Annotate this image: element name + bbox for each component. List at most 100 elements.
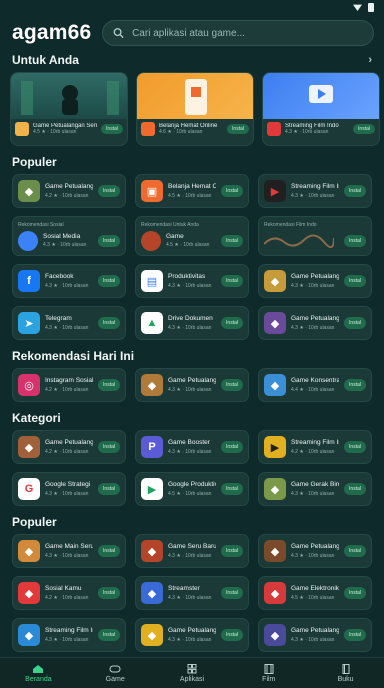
install-button[interactable]: Instal (344, 235, 366, 247)
app-card[interactable]: ▤ Produktivitas 4.3 ★ · 10rb ulasan Instal (135, 264, 249, 298)
install-button[interactable]: Instal (221, 441, 243, 453)
install-button[interactable]: Instal (221, 185, 243, 197)
app-icon: ▶ (264, 180, 286, 202)
install-button[interactable]: Instal (221, 379, 243, 391)
nav-label: Film (262, 675, 276, 683)
app-card[interactable]: ➤ Telegram 4.3 ★ · 10rb ulasan Instal (12, 306, 126, 340)
install-button[interactable]: Instal (344, 379, 366, 391)
install-button[interactable]: Instal (221, 235, 243, 247)
home-icon (33, 664, 44, 673)
app-card[interactable]: ◆ Game Petualangan 4.3 ★ · 10rb ulasan Inst… (135, 368, 249, 402)
app-name: Streaming Film Indo (291, 439, 339, 446)
app-card[interactable]: ◆ Game Petualangan 4.3 ★ · 10rb ulasan Inst… (258, 618, 372, 652)
promo-card[interactable]: Rekomendasi Sosial Sosial Media 4.3 ★ · 10… (12, 216, 126, 256)
promo-card[interactable]: Rekomendasi Film Indo Instal (258, 216, 372, 256)
install-button[interactable]: Instal (344, 441, 366, 453)
install-button[interactable]: Instal (98, 379, 120, 391)
search-bar[interactable] (102, 20, 374, 46)
app-card[interactable]: ▶ Streaming Film Indo 4.3 ★ · 10rb ulasan I… (258, 174, 372, 208)
app-card[interactable]: ◆ Game Petualangan 4.3 ★ · 10rb ulasan Inst… (135, 618, 249, 652)
install-button[interactable]: Instal (98, 545, 120, 557)
install-button[interactable]: Instal (98, 441, 120, 453)
header: agam66 (0, 14, 384, 52)
install-button[interactable]: Instal (221, 545, 243, 557)
install-button[interactable]: Instal (344, 317, 366, 329)
app-name: Produktivitas (168, 273, 206, 280)
app-card[interactable]: ▶ Streaming Film Indo 4.2 ★ · 10rb ulasan I… (258, 430, 372, 464)
app-card[interactable]: ◆ Game Main Seru 4.3 ★ · 10rb ulasan Instal (12, 534, 126, 568)
chevron-right-icon[interactable]: › (368, 54, 372, 66)
app-card[interactable]: ◆ Game Gerak Bin 4.3 ★ · 10rb ulasan Instal (258, 472, 372, 506)
install-button[interactable]: Instal (344, 483, 366, 495)
app-card[interactable]: ◆ Streaming Film Indo 4.3 ★ · 10rb ulasan I… (12, 618, 126, 652)
install-button[interactable]: Instal (221, 275, 243, 287)
install-button[interactable]: Instal (221, 587, 243, 599)
install-button[interactable]: Instal (98, 629, 120, 641)
app-name: Game Gerak Bin (291, 481, 340, 488)
featured-card[interactable]: Streaming Film Indo 4.3 ★ · 10rb ulasan I… (262, 72, 380, 146)
install-button[interactable]: Instal (98, 317, 120, 329)
install-button[interactable]: Instal (344, 587, 366, 599)
app-card[interactable]: ◆ Game Elektronik 4.5 ★ · 10rb ulasan Insta… (258, 576, 372, 610)
app-icon: ◆ (141, 624, 163, 646)
app-card[interactable]: ◆ Game Konsentrasi 4.4 ★ · 10rb ulasan Inst… (258, 368, 372, 402)
nav-label: Game (105, 675, 125, 683)
install-button[interactable]: Instal (221, 629, 243, 641)
app-card[interactable]: ▶ Google Produktivitas 4.5 ★ · 10rb ulasan… (135, 472, 249, 506)
app-name: Game Petualangan (291, 543, 340, 550)
app-rating: 4.3 ★ · 10rb ulasan (168, 595, 212, 601)
app-icon: ◆ (264, 374, 286, 396)
app-icon: ◆ (264, 478, 286, 500)
install-button[interactable]: Instal (98, 275, 120, 287)
app-card[interactable]: P Game Booster 4.3 ★ · 10rb ulasan Instal (135, 430, 249, 464)
app-card[interactable]: ▣ Belanja Hemat Online 4.5 ★ · 10rb ulasan… (135, 174, 249, 208)
nav-item-beranda[interactable]: Beranda (3, 664, 73, 683)
nav-item-game[interactable]: Game (80, 664, 150, 683)
install-button[interactable]: Instal (221, 317, 243, 329)
app-name: Game Petualangan (291, 315, 340, 322)
popular-grid: ◆ Game Petualangan 4.2 ★ · 10rb ulasan Inst… (0, 170, 384, 340)
install-button[interactable]: Instal (98, 185, 120, 197)
app-card[interactable]: ◆ Streamster 4.3 ★ · 10rb ulasan Instal (135, 576, 249, 610)
featured-card[interactable]: Game Petualangan Seru 4.5 ★ · 10rb ulasan… (10, 72, 128, 146)
install-button[interactable]: Instal (227, 124, 249, 134)
streaming-illustration (309, 85, 333, 103)
install-button[interactable]: Instal (221, 483, 243, 495)
nav-item-buku[interactable]: Buku (311, 663, 381, 683)
install-button[interactable]: Instal (344, 185, 366, 197)
app-card[interactable]: G Google Strategi 4.3 ★ · 10rb ulasan Insta… (12, 472, 126, 506)
install-button[interactable]: Instal (344, 629, 366, 641)
app-icon: ◆ (141, 374, 163, 396)
install-button[interactable]: Instal (98, 587, 120, 599)
nav-item-aplikasi[interactable]: Aplikasi (157, 663, 227, 683)
app-card[interactable]: ◆ Game Petualangan 4.3 ★ · 10rb ulasan Inst… (258, 306, 372, 340)
app-rating: 4.3 ★ · 10rb ulasan (45, 553, 89, 559)
app-rating: 4.3 ★ · 10rb ulasan (291, 637, 335, 643)
promo-card[interactable]: Rekomendasi Untuk Anda Game 4.5 ★ · 10rb u… (135, 216, 249, 256)
app-name: Drive Dokumen (168, 315, 213, 322)
app-card[interactable]: ▲ Drive Dokumen 4.3 ★ · 10rb ulasan Instal (135, 306, 249, 340)
featured-card[interactable]: Belanja Hemat Online 4.6 ★ · 10rb ulasan … (136, 72, 254, 146)
nav-item-film[interactable]: Film (234, 663, 304, 683)
install-button[interactable]: Instal (353, 124, 375, 134)
install-button[interactable]: Instal (101, 124, 123, 134)
install-button[interactable]: Instal (344, 545, 366, 557)
install-button[interactable]: Instal (344, 275, 366, 287)
install-button[interactable]: Instal (98, 235, 120, 247)
app-card[interactable]: ◆ Game Petualangan 4.3 ★ · 10rb ulasan Inst… (258, 264, 372, 298)
featured-carousel[interactable]: Game Petualangan Seru 4.5 ★ · 10rb ulasan… (0, 68, 384, 146)
app-rating: 4.3 ★ · 10rb ulasan (291, 553, 335, 559)
app-card[interactable]: ◆ Game Petualangan 4.2 ★ · 10rb ulasan Inst… (12, 174, 126, 208)
app-icon: ▶ (264, 436, 286, 458)
app-card[interactable]: ◎ Instagram Sosial 4.2 ★ · 10rb ulasan Inst… (12, 368, 126, 402)
app-rating: 4.3 ★ · 10rb ulasan (168, 637, 212, 643)
app-name: Facebook (45, 273, 74, 280)
install-button[interactable]: Instal (98, 483, 120, 495)
app-card[interactable]: ◆ Game Petualangan 4.2 ★ · 10rb ulasan Inst… (12, 430, 126, 464)
search-input[interactable] (132, 27, 363, 39)
app-card[interactable]: ◆ Game Seru Baru 4.3 ★ · 10rb ulasan Instal (135, 534, 249, 568)
app-card[interactable]: f Facebook 4.3 ★ · 10rb ulasan Instal (12, 264, 126, 298)
app-card[interactable]: ◆ Game Petualangan 4.3 ★ · 10rb ulasan Inst… (258, 534, 372, 568)
app-rating: 4.5 ★ · 10rb ulasan (168, 193, 212, 199)
app-card[interactable]: ◆ Sosial Kamu 4.2 ★ · 10rb ulasan Instal (12, 576, 126, 610)
